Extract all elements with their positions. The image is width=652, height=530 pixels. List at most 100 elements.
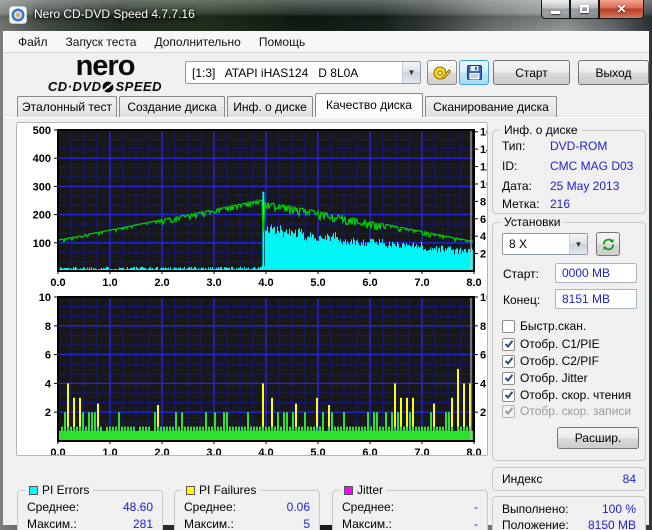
svg-text:500: 500 bbox=[33, 125, 51, 137]
app-icon bbox=[9, 6, 27, 24]
start-pos-label: Старт: bbox=[503, 267, 539, 281]
disc-id-value: CMC MAG D03 bbox=[550, 159, 634, 173]
checkbox-box bbox=[502, 337, 515, 351]
svg-text:12: 12 bbox=[480, 162, 487, 174]
pie-maximum: 281 bbox=[132, 517, 153, 530]
svg-text:4: 4 bbox=[480, 231, 487, 243]
svg-text:3.0: 3.0 bbox=[206, 277, 221, 289]
pi-errors-chart: 500 400 300 200 100 16 14 12 10 8 6 4 2 0.0 1.0 2.0 3.0 4… bbox=[33, 125, 487, 289]
speed-select[interactable]: 8 X ▼ bbox=[502, 233, 588, 255]
jitter-legend-title: Jitter bbox=[357, 483, 384, 497]
client-area: Файл Запуск теста Дополнительно Помощь n… bbox=[3, 31, 649, 530]
disc-date-value: 25 May 2013 bbox=[550, 179, 620, 193]
title-bar[interactable]: Nero CD-DVD Speed 4.7.7.16 ✕ bbox=[0, 0, 652, 31]
svg-text:2: 2 bbox=[480, 249, 486, 261]
tab-disc-quality[interactable]: Качество диска bbox=[315, 93, 423, 117]
nero-logo-text: nero bbox=[75, 50, 136, 82]
checkbox-show-c1-pie[interactable]: Отобр. C1/PIE bbox=[502, 337, 600, 351]
tab-benchmark[interactable]: Эталонный тест bbox=[17, 96, 117, 117]
checkbox-show-read-speed[interactable]: Отобр. скор. чтения bbox=[502, 388, 631, 402]
chevron-down-icon[interactable]: ▼ bbox=[402, 62, 420, 83]
pi-errors-legend: PI Errors Среднее:48.60 Максим.:281 Итог… bbox=[17, 483, 163, 530]
maximize-button[interactable] bbox=[570, 0, 599, 19]
settings-title: Установки bbox=[500, 215, 565, 229]
checkbox-box bbox=[502, 404, 515, 418]
pi-failures-chart: 10 8 6 4 2 10 8 6 4 2 0.0 1.0 2.0 3.0 4.0 5.0 6.0 7.0 8.0 bbox=[39, 292, 487, 455]
svg-text:100: 100 bbox=[33, 238, 51, 250]
svg-text:1.0: 1.0 bbox=[102, 277, 117, 289]
save-button[interactable] bbox=[459, 60, 489, 85]
pi-failures-legend: PI Failures Среднее:0.06 Максим.:5 Итого… bbox=[174, 483, 320, 530]
pi-failures-color-chip bbox=[186, 485, 195, 495]
menu-help[interactable]: Помощь bbox=[250, 32, 314, 52]
svg-text:10: 10 bbox=[480, 292, 487, 304]
checkbox-box bbox=[502, 319, 515, 333]
checkbox-show-c2-pif[interactable]: Отобр. C2/PIF bbox=[502, 354, 599, 368]
tab-strip: Эталонный тест Создание диска Инф. о дис… bbox=[3, 93, 649, 117]
end-pos-label: Конец: bbox=[503, 293, 541, 307]
svg-text:6: 6 bbox=[45, 350, 51, 362]
menu-file[interactable]: Файл bbox=[9, 32, 57, 52]
menu-run-test[interactable]: Запуск теста bbox=[57, 32, 146, 52]
svg-text:2: 2 bbox=[480, 407, 486, 419]
chevron-down-icon[interactable]: ▼ bbox=[569, 234, 587, 254]
progress-group: Выполнено:100 % Положение:8150 MB Скорос… bbox=[492, 496, 646, 530]
jitter-maximum: - bbox=[474, 517, 478, 530]
menu-extra[interactable]: Дополнительно bbox=[145, 32, 249, 52]
disc-type-value: DVD-ROM bbox=[550, 139, 608, 153]
minimize-icon bbox=[551, 10, 560, 14]
svg-text:1.0: 1.0 bbox=[102, 447, 117, 455]
pi-errors-color-chip bbox=[29, 485, 38, 495]
burn-settings-button[interactable] bbox=[427, 60, 457, 85]
svg-text:5.0: 5.0 bbox=[310, 447, 325, 455]
index-value: 84 bbox=[622, 472, 636, 486]
drive-select-value: [1:3] ATAPI iHAS124 D 8L0A bbox=[192, 65, 359, 80]
svg-text:0.0: 0.0 bbox=[50, 447, 65, 455]
svg-text:6: 6 bbox=[480, 350, 486, 362]
checkbox-show-write-speed[interactable]: Отобр. скор. записи bbox=[502, 404, 631, 418]
refresh-button[interactable] bbox=[596, 232, 620, 256]
drive-select[interactable]: [1:3] ATAPI iHAS124 D 8L0A ▼ bbox=[185, 61, 421, 84]
progress-percent: 100 % bbox=[601, 502, 636, 516]
svg-text:10: 10 bbox=[480, 179, 487, 191]
caption-buttons: ✕ bbox=[541, 0, 644, 19]
svg-text:16: 16 bbox=[480, 127, 487, 139]
advanced-button[interactable]: Расшир. bbox=[557, 427, 639, 449]
header-toolbar: nero CD·DVD SPEED [1:3] ATAPI iHAS124 D … bbox=[3, 50, 649, 95]
svg-text:200: 200 bbox=[33, 210, 51, 222]
svg-text:4: 4 bbox=[45, 378, 52, 390]
tab-disc-info[interactable]: Инф. о диске bbox=[227, 96, 313, 117]
svg-text:3.0: 3.0 bbox=[206, 447, 221, 455]
pie-average: 48.60 bbox=[122, 500, 153, 514]
close-icon: ✕ bbox=[616, 2, 627, 16]
nero-logo: nero CD·DVD SPEED bbox=[25, 50, 185, 95]
checkbox-fast-scan[interactable]: Быстр.скан. bbox=[502, 319, 586, 333]
svg-text:2.0: 2.0 bbox=[154, 277, 169, 289]
start-button[interactable]: Старт bbox=[493, 60, 570, 85]
disc-info-group: Инф. о диске Тип: DVD-ROM ID: CMC MAG D03 … bbox=[492, 123, 646, 214]
tab-create-disc[interactable]: Создание диска bbox=[119, 96, 225, 117]
checkbox-show-jitter[interactable]: Отобр. Jitter bbox=[502, 371, 588, 385]
minimize-button[interactable] bbox=[541, 0, 570, 19]
svg-text:0.0: 0.0 bbox=[50, 277, 65, 289]
svg-text:10: 10 bbox=[39, 292, 51, 304]
disc-slash-icon bbox=[103, 81, 114, 92]
exit-button[interactable]: Выход bbox=[578, 60, 649, 85]
checkbox-box bbox=[502, 388, 515, 402]
svg-text:8: 8 bbox=[480, 321, 486, 333]
window-title: Nero CD-DVD Speed 4.7.7.16 bbox=[34, 7, 195, 21]
tab-scandisc[interactable]: Сканирование диска bbox=[425, 96, 557, 117]
nero-logo-subtext: CD·DVD SPEED bbox=[47, 79, 163, 94]
end-pos-field[interactable]: 8151 MB bbox=[555, 289, 637, 309]
svg-text:5.0: 5.0 bbox=[310, 277, 325, 289]
disc-pen-icon bbox=[433, 66, 451, 80]
jitter-average: - bbox=[474, 500, 478, 514]
svg-text:14: 14 bbox=[480, 144, 487, 156]
start-pos-field[interactable]: 0000 MB bbox=[555, 263, 637, 283]
svg-text:4.0: 4.0 bbox=[258, 447, 273, 455]
jitter-color-chip bbox=[344, 485, 353, 495]
svg-text:8.0: 8.0 bbox=[466, 277, 481, 289]
close-button[interactable]: ✕ bbox=[599, 0, 644, 19]
svg-text:2: 2 bbox=[45, 407, 51, 419]
svg-text:6.0: 6.0 bbox=[362, 447, 377, 455]
